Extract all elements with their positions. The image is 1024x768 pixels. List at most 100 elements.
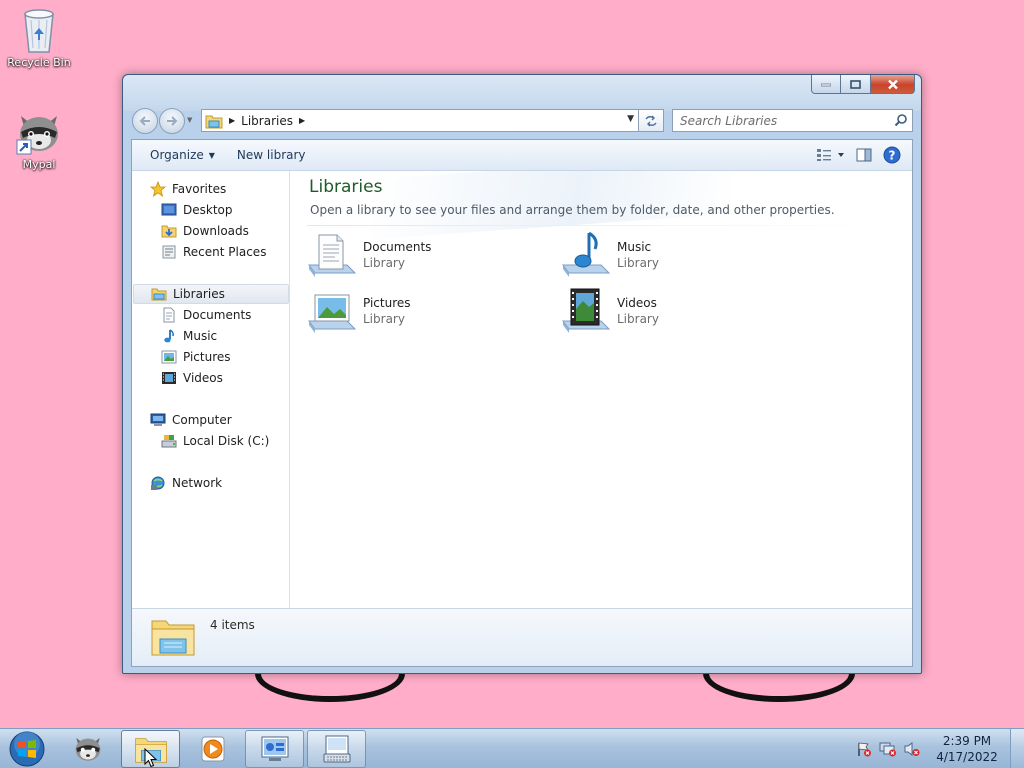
hard-drive-icon — [161, 435, 177, 448]
nav-favorites[interactable]: Favorites — [150, 179, 226, 199]
nav-desktop[interactable]: Desktop — [161, 200, 233, 220]
desktop-icon-label: Recycle Bin — [7, 56, 71, 69]
svg-text:?: ? — [889, 149, 896, 163]
mypal-icon — [75, 737, 100, 761]
breadcrumb-separator-icon[interactable]: ▶ — [229, 116, 235, 125]
change-view-button[interactable] — [812, 143, 850, 167]
command-bar-right-tools: ? — [812, 143, 906, 167]
nav-pictures[interactable]: Pictures — [161, 347, 231, 367]
library-type: Library — [363, 312, 405, 326]
new-library-label: New library — [236, 148, 306, 162]
library-documents[interactable]: Documents Library — [307, 229, 537, 281]
videos-library-icon — [562, 288, 611, 333]
library-name: Music — [617, 240, 652, 254]
nav-network[interactable]: Network — [150, 473, 222, 493]
taskbar-media-player[interactable] — [183, 730, 242, 768]
videos-icon — [162, 372, 176, 384]
close-button[interactable] — [871, 75, 915, 94]
nav-videos[interactable]: Videos — [161, 368, 223, 388]
desktop-icon-recycle-bin[interactable]: Recycle Bin — [4, 6, 74, 69]
nav-libraries[interactable]: Libraries — [133, 284, 289, 304]
library-name: Documents — [363, 240, 432, 254]
nav-videos-label: Videos — [183, 371, 223, 385]
nav-desktop-label: Desktop — [183, 203, 233, 217]
help-button[interactable]: ? — [878, 143, 906, 167]
library-pictures[interactable]: Pictures Library — [307, 285, 537, 337]
show-desktop-button[interactable] — [1010, 729, 1024, 768]
downloads-folder-icon — [161, 225, 177, 238]
computer-icon — [150, 413, 166, 426]
library-type: Library — [617, 312, 659, 326]
search-input[interactable] — [680, 113, 880, 128]
nav-recent-places-label: Recent Places — [183, 245, 267, 259]
clock-date: 4/17/2022 — [936, 750, 998, 764]
system-clock[interactable]: 2:39 PM 4/17/2022 — [924, 733, 1010, 765]
explorer-client-area: Organize ▼ New library ? Favorites Deskt… — [131, 139, 913, 667]
arrow-right-icon — [167, 116, 178, 126]
start-button[interactable] — [5, 730, 49, 768]
address-history-dropdown[interactable]: ▼ — [627, 114, 634, 124]
minimize-button[interactable] — [811, 75, 841, 94]
navigation-bar: ▼ ▶ Libraries ▶ ▼ — [131, 107, 913, 135]
details-pane: 4 items — [132, 608, 912, 666]
library-type: Library — [363, 256, 405, 270]
nav-pictures-label: Pictures — [183, 350, 231, 364]
media-player-icon — [201, 736, 224, 762]
nav-network-label: Network — [172, 476, 223, 490]
nav-computer[interactable]: Computer — [150, 410, 232, 430]
libraries-icon — [151, 288, 167, 301]
maximize-button[interactable] — [841, 75, 871, 94]
action-center-flag-icon[interactable] — [852, 739, 876, 759]
new-library-button[interactable]: New library — [228, 143, 315, 167]
forward-button[interactable] — [159, 108, 185, 134]
breadcrumb-libraries[interactable]: Libraries — [241, 114, 293, 128]
item-count: 4 items — [210, 618, 255, 632]
taskbar-control-panel[interactable] — [245, 730, 304, 768]
pictures-library-icon — [308, 294, 357, 333]
recent-pages-dropdown[interactable]: ▼ — [187, 116, 192, 124]
close-icon — [887, 79, 898, 89]
library-type: Library — [617, 256, 659, 270]
preview-pane-button[interactable] — [850, 143, 878, 167]
libraries-large-icon — [151, 620, 195, 656]
recycle-bin-icon — [24, 9, 54, 53]
organize-label: Organize — [150, 148, 204, 162]
search-icon[interactable] — [894, 113, 908, 127]
organize-button[interactable]: Organize ▼ — [141, 143, 224, 167]
nav-local-disk[interactable]: Local Disk (C:) — [161, 431, 269, 451]
preview-pane-icon — [856, 148, 872, 162]
nav-computer-label: Computer — [172, 413, 232, 427]
mouse-cursor-icon — [144, 748, 158, 768]
documents-library-icon — [308, 234, 357, 277]
library-music[interactable]: Music Library — [561, 229, 791, 281]
recent-places-icon — [162, 245, 176, 259]
breadcrumb-separator-icon[interactable]: ▶ — [299, 116, 305, 125]
address-bar[interactable]: ▶ Libraries ▶ ▼ — [201, 109, 639, 132]
refresh-icon — [645, 115, 657, 126]
nav-music-label: Music — [183, 329, 218, 343]
star-icon — [150, 181, 166, 197]
libraries-folder-icon — [205, 115, 223, 128]
desktop-icon-mypal[interactable]: Mypal — [4, 110, 74, 171]
nav-documents-label: Documents — [183, 308, 252, 322]
library-videos[interactable]: Videos Library — [561, 285, 791, 337]
refresh-button[interactable] — [639, 109, 664, 132]
nav-recent-places[interactable]: Recent Places — [161, 242, 266, 262]
maximize-icon — [850, 79, 861, 89]
desktop-icon-label: Mypal — [22, 158, 56, 171]
nav-local-disk-label: Local Disk (C:) — [183, 434, 270, 448]
arrow-left-icon — [139, 116, 150, 126]
chevron-down-icon: ▼ — [208, 150, 215, 160]
network-disconnected-icon[interactable] — [876, 739, 900, 759]
back-button[interactable] — [132, 108, 158, 134]
nav-documents[interactable]: Documents — [161, 305, 251, 325]
volume-muted-icon[interactable] — [900, 739, 924, 759]
taskbar-on-screen-keyboard[interactable] — [307, 730, 366, 768]
nav-music[interactable]: Music — [161, 326, 217, 346]
taskbar-mypal[interactable] — [58, 730, 117, 768]
music-library-icon — [562, 231, 611, 277]
system-tray: 2:39 PM 4/17/2022 — [852, 729, 1024, 768]
page-subtitle: Open a library to see your files and arr… — [310, 203, 835, 217]
nav-downloads[interactable]: Downloads — [161, 221, 249, 241]
search-box[interactable] — [672, 109, 913, 132]
